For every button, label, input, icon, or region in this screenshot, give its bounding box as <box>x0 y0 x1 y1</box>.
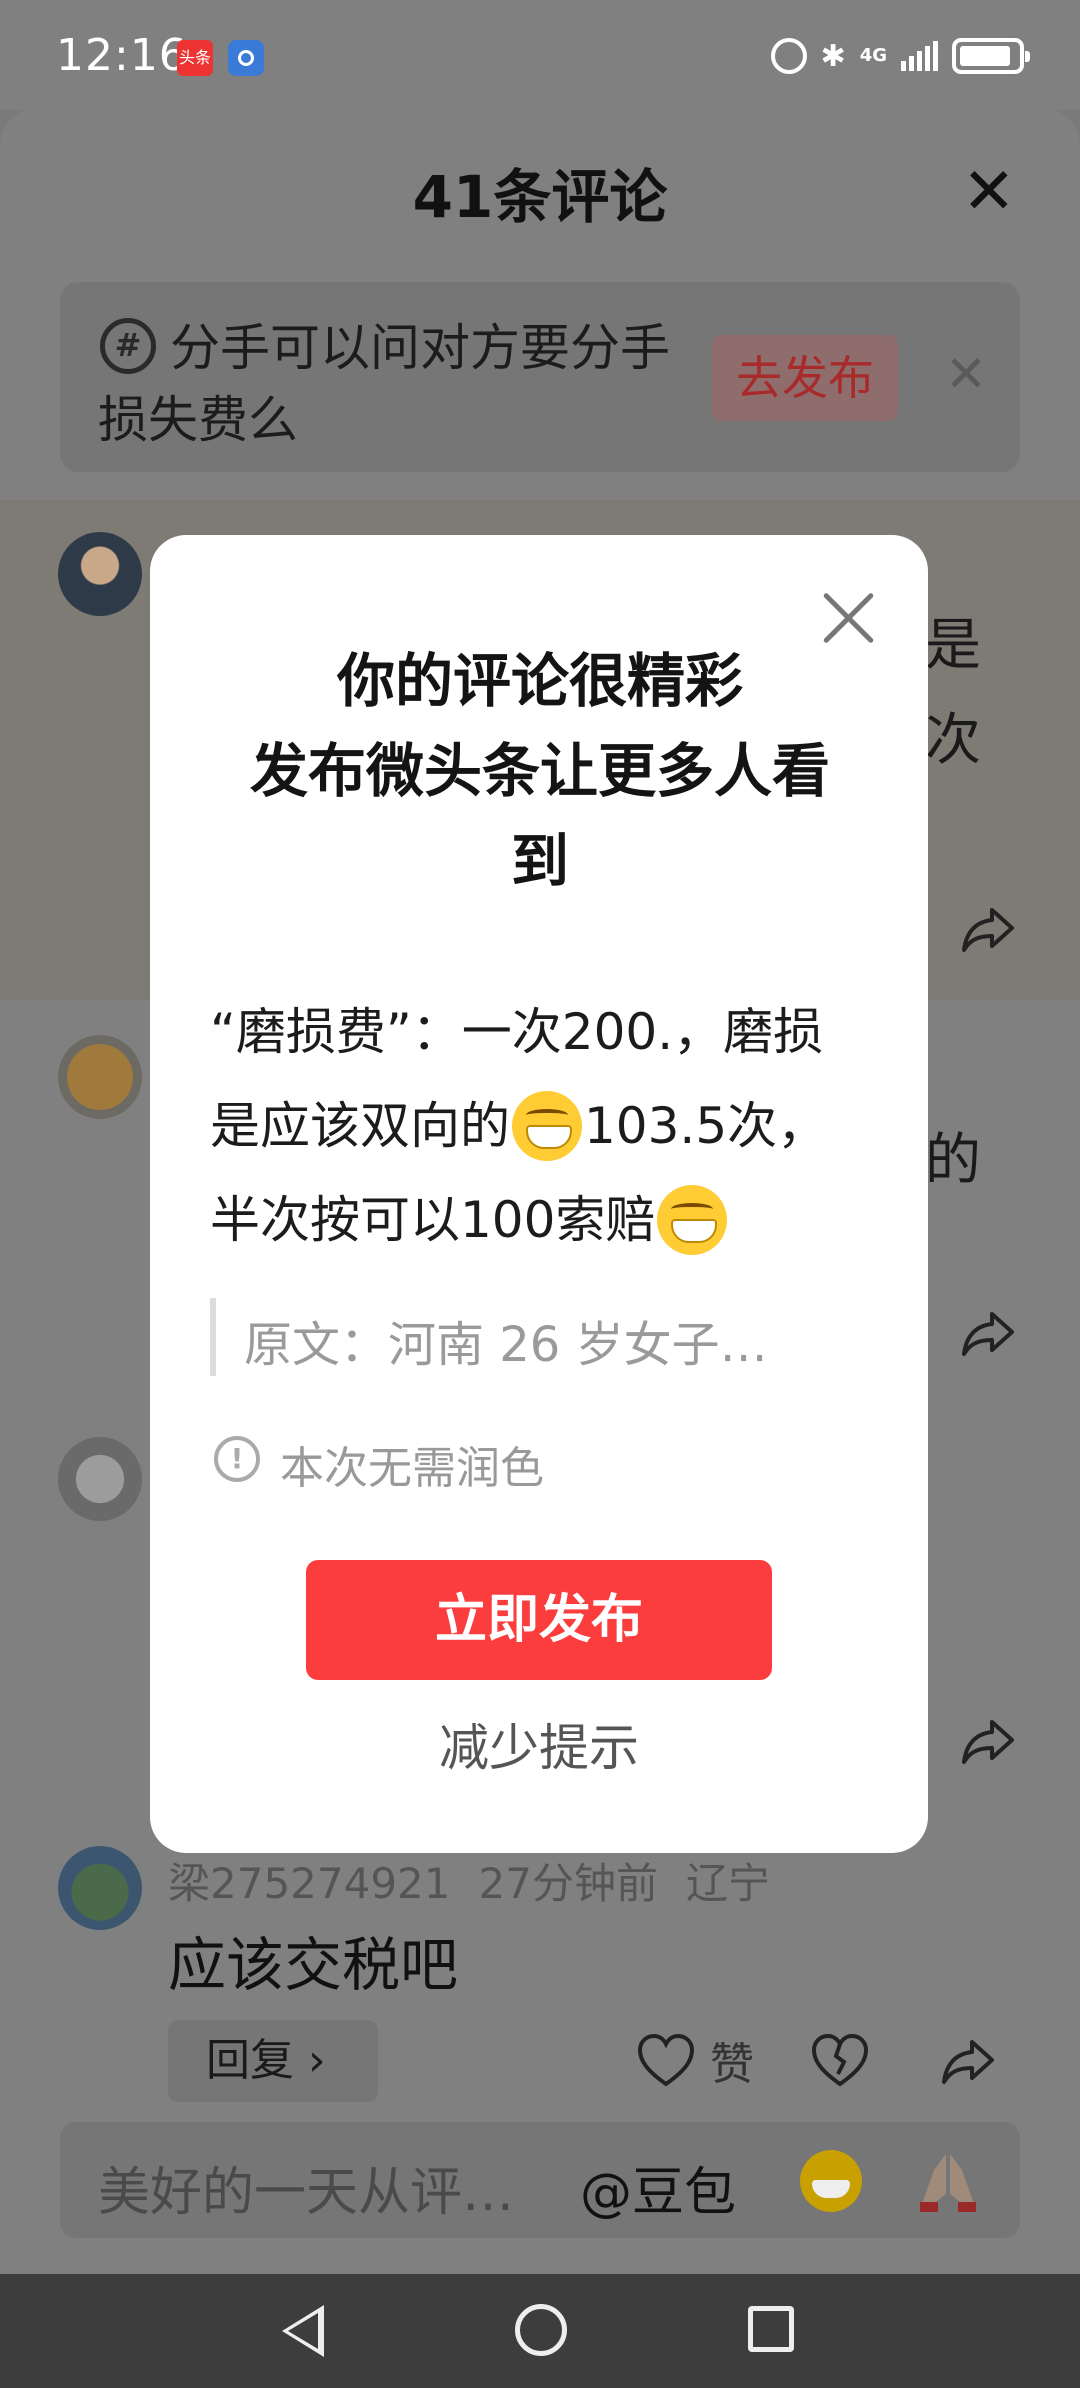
publish-now-button[interactable]: 立即发布 <box>306 1560 772 1680</box>
comment-time: 27分钟前 <box>478 1859 658 1908</box>
dialog-title: 你的评论很精彩 发布微头条让更多人看 到 <box>200 636 880 906</box>
dialog-body-line: “磨损费”：一次200.，磨损 <box>210 1003 824 1061</box>
dialog-title-line: 到 <box>510 827 569 895</box>
signal-icon <box>901 41 938 71</box>
comment-actions: 赞 <box>636 2028 998 2092</box>
back-icon[interactable] <box>282 2305 324 2357</box>
toutiao-app-icon: 头条 <box>177 40 213 76</box>
grin-emoji-icon <box>657 1185 728 1255</box>
dialog-title-line: 发布微头条让更多人看 <box>249 737 830 805</box>
status-time: 12:16 <box>56 30 188 81</box>
dialog-body-line: 半次按可以100索赔 <box>210 1191 656 1249</box>
status-icons: ✱ 4G <box>770 34 1030 78</box>
comment-input-placeholder[interactable]: 美好的一天从评… <box>98 2150 514 2225</box>
dialog-body-line: 103.5次， <box>584 1097 828 1155</box>
quote-bar <box>210 1298 216 1376</box>
comment-peek-text: 的 <box>925 1128 981 1193</box>
info-icon: ! <box>214 1436 260 1482</box>
share-icon[interactable] <box>958 1710 1018 1770</box>
comment-text: 应该交税吧 <box>168 1931 459 1999</box>
reduce-prompts-button[interactable]: 减少提示 <box>306 1708 772 1788</box>
topic-text: 分手可以问对方要分手损失费么 <box>98 319 670 449</box>
publish-topic-button[interactable]: 去发布 <box>712 335 898 421</box>
info-text: 本次无需润色 <box>280 1443 544 1494</box>
close-icon[interactable]: ✕ <box>962 160 1016 224</box>
like-label[interactable]: 赞 <box>710 2028 754 2092</box>
comment-peek-text: 是 <box>925 613 981 678</box>
recent-apps-icon[interactable] <box>748 2306 794 2352</box>
network-type: 4G <box>859 45 887 66</box>
original-post-quote[interactable]: 原文：河南 26 岁女子… <box>244 1305 844 1375</box>
share-icon[interactable] <box>958 898 1018 958</box>
dialog-comment-text: “磨损费”：一次200.，磨损 是应该双向的 103.5次， 半次按可以100索… <box>210 985 890 1267</box>
comment-meta: 梁275274921 27分钟前 辽宁 <box>168 1850 770 1911</box>
avatar[interactable] <box>58 532 142 616</box>
dialog-body-line: 是应该双向的 <box>210 1097 510 1155</box>
share-icon[interactable] <box>938 2030 998 2090</box>
comment-peek-text: 次 <box>925 708 981 773</box>
bluetooth-icon: ✱ <box>820 38 846 74</box>
avatar[interactable] <box>58 1437 142 1521</box>
hd-call-icon <box>770 38 807 74</box>
share-icon[interactable] <box>958 1302 1018 1362</box>
home-icon[interactable] <box>515 2304 567 2356</box>
status-bar: 12:16 头条 ✱ 4G <box>0 0 1080 110</box>
app-notification-icon <box>228 40 264 76</box>
grin-emoji-icon[interactable] <box>800 2150 862 2212</box>
reply-button[interactable]: 回复 › <box>168 2020 378 2102</box>
dislike-icon[interactable] <box>810 2032 870 2088</box>
avatar[interactable] <box>58 1846 142 1930</box>
grin-emoji-icon <box>512 1091 582 1161</box>
comment-username[interactable]: 梁275274921 <box>168 1850 451 1911</box>
avatar[interactable] <box>58 1035 142 1119</box>
mention-doubao-button[interactable]: @豆包 <box>580 2150 736 2225</box>
battery-icon <box>952 38 1030 74</box>
like-icon[interactable] <box>636 2032 696 2088</box>
dismiss-topic-icon[interactable]: ✕ <box>945 345 987 403</box>
comment-location: 辽宁 <box>685 1859 770 1908</box>
pray-emoji-icon[interactable] <box>918 2150 978 2214</box>
comments-title: 41条评论 <box>412 163 668 231</box>
dialog-title-line: 你的评论很精彩 <box>336 647 743 715</box>
